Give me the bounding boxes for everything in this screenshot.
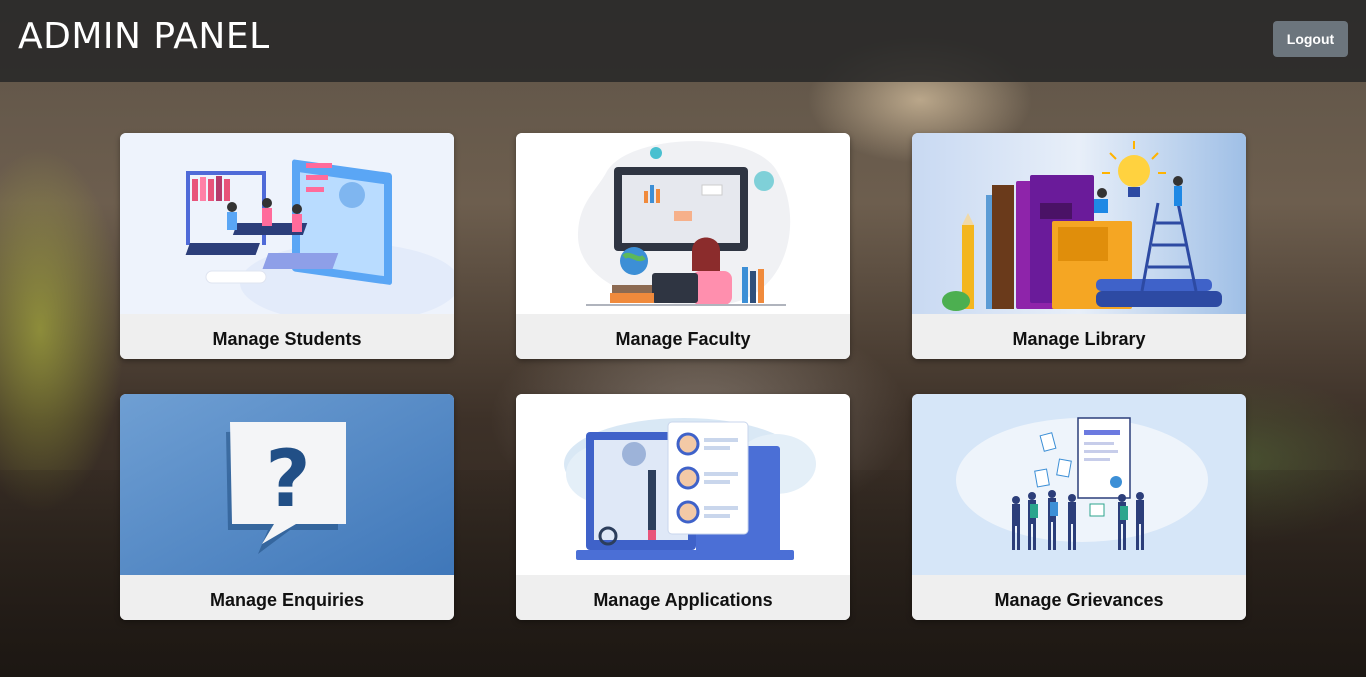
card-manage-grievances[interactable]: Manage Grievances bbox=[912, 394, 1246, 620]
classroom-illustration-icon bbox=[120, 133, 454, 314]
card-label: Manage Applications bbox=[516, 575, 850, 620]
card-manage-faculty[interactable]: Manage Faculty bbox=[516, 133, 850, 359]
card-label: Manage Grievances bbox=[912, 575, 1246, 620]
teacher-laptop-illustration-icon bbox=[516, 133, 850, 314]
card-manage-library[interactable]: Manage Library bbox=[912, 133, 1246, 359]
top-bar: ADMIN PANEL Logout bbox=[0, 0, 1366, 82]
svg-text:?: ? bbox=[265, 435, 310, 525]
card-label: Manage Faculty bbox=[516, 314, 850, 359]
card-label: Manage Students bbox=[120, 314, 454, 359]
profiles-laptop-illustration-icon bbox=[516, 394, 850, 575]
question-mark-illustration-icon: ? bbox=[120, 394, 454, 575]
card-manage-enquiries[interactable]: ? Manage Enquiries bbox=[120, 394, 454, 620]
people-document-illustration-icon bbox=[912, 394, 1246, 575]
page-title: ADMIN PANEL bbox=[18, 16, 270, 57]
card-label: Manage Enquiries bbox=[120, 575, 454, 620]
card-manage-students[interactable]: Manage Students bbox=[120, 133, 454, 359]
books-lightbulb-illustration-icon bbox=[912, 133, 1246, 314]
card-manage-applications[interactable]: Manage Applications bbox=[516, 394, 850, 620]
logout-button[interactable]: Logout bbox=[1273, 21, 1348, 57]
card-label: Manage Library bbox=[912, 314, 1246, 359]
